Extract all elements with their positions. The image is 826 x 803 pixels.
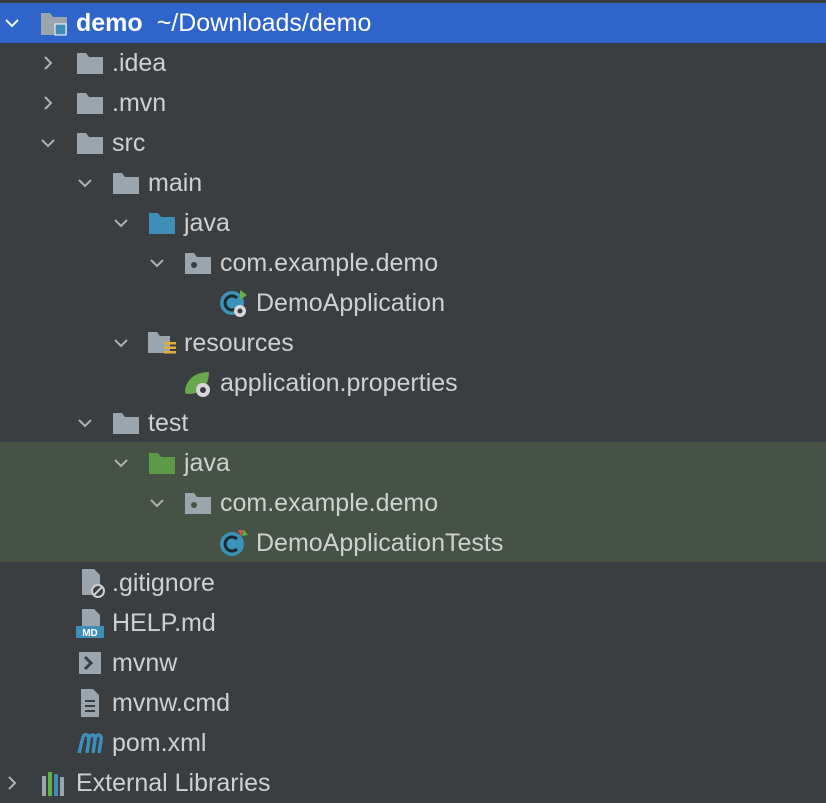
tree-node-mvnw[interactable]: mvnw	[0, 643, 826, 683]
tree-node-label: .mvn	[112, 89, 167, 117]
folder-icon	[74, 47, 106, 79]
tree-node-resources[interactable]: resources	[0, 323, 826, 363]
chevron-down-icon[interactable]	[75, 413, 95, 433]
markdown-file-icon: MD	[74, 607, 106, 639]
chevron-right-icon[interactable]	[2, 773, 22, 793]
tree-node-label: mvnw	[112, 649, 178, 677]
tree-node-label: HELP.md	[112, 609, 216, 637]
tree-node-demo-application[interactable]: DemoApplication	[0, 283, 826, 323]
tree-node-label: application.properties	[220, 369, 458, 397]
project-name-label: demo ~/Downloads/demo	[76, 3, 371, 43]
tree-node-main-package[interactable]: com.example.demo	[0, 243, 826, 283]
folder-icon	[110, 167, 142, 199]
test-folder-icon	[146, 447, 178, 479]
tree-node-test-java[interactable]: java	[0, 442, 826, 483]
project-tree: demo ~/Downloads/demo .idea .mvn src mai…	[0, 0, 826, 797]
folder-icon	[110, 407, 142, 439]
tree-node-pom-xml[interactable]: pom.xml	[0, 723, 826, 763]
tree-node-label: DemoApplicationTests	[256, 528, 504, 557]
tree-node-test-package[interactable]: com.example.demo	[0, 483, 826, 523]
tree-node-label: .gitignore	[112, 569, 215, 597]
chevron-down-icon[interactable]	[111, 213, 131, 233]
chevron-down-icon[interactable]	[111, 333, 131, 353]
chevron-down-icon[interactable]	[111, 453, 131, 473]
tree-node-label: External Libraries	[76, 769, 271, 797]
maven-icon	[74, 727, 106, 759]
chevron-down-icon[interactable]	[38, 133, 58, 153]
tree-node-label: resources	[184, 329, 294, 357]
tree-node-main[interactable]: main	[0, 163, 826, 203]
tree-node-label: main	[148, 169, 203, 197]
tree-node-label: java	[184, 448, 230, 477]
tree-node-label: DemoApplication	[256, 289, 445, 317]
spring-properties-icon	[182, 367, 214, 399]
tree-node-label: .idea	[112, 49, 167, 77]
chevron-down-icon[interactable]	[147, 493, 167, 513]
tree-node-project-root[interactable]: demo ~/Downloads/demo	[0, 3, 826, 43]
tree-node-external-libraries[interactable]: External Libraries	[0, 763, 826, 803]
chevron-down-icon[interactable]	[75, 173, 95, 193]
folder-icon	[74, 87, 106, 119]
ignore-file-icon	[76, 567, 108, 599]
chevron-down-icon[interactable]	[147, 253, 167, 273]
resources-folder-icon	[146, 327, 178, 359]
libraries-icon	[38, 767, 70, 799]
spring-boot-class-icon	[218, 287, 250, 319]
tree-node-label: java	[184, 209, 230, 237]
package-icon	[182, 487, 214, 519]
tree-node-label: pom.xml	[112, 729, 207, 757]
project-path: ~/Downloads/demo	[156, 9, 372, 37]
tree-node-help-md[interactable]: MD HELP.md	[0, 603, 826, 643]
tree-node-label: test	[148, 409, 189, 437]
tree-node-mvnw-cmd[interactable]: mvnw.cmd	[0, 683, 826, 723]
test-class-icon	[218, 527, 250, 559]
folder-icon	[74, 127, 106, 159]
source-folder-icon	[146, 207, 178, 239]
tree-node-main-java[interactable]: java	[0, 203, 826, 243]
tree-node-demo-application-tests[interactable]: DemoApplicationTests	[0, 523, 826, 562]
tree-node-label: mvnw.cmd	[112, 689, 231, 717]
text-file-icon	[74, 687, 106, 719]
package-icon	[182, 247, 214, 279]
tree-node-test[interactable]: test	[0, 403, 826, 443]
svg-text:MD: MD	[82, 628, 98, 639]
tree-node-label: com.example.demo	[220, 489, 439, 517]
tree-node-mvn[interactable]: .mvn	[0, 83, 826, 123]
tree-node-label: com.example.demo	[220, 249, 439, 277]
project-name: demo	[76, 9, 143, 37]
chevron-down-icon[interactable]	[2, 13, 22, 33]
chevron-right-icon[interactable]	[38, 53, 58, 73]
tree-node-src[interactable]: src	[0, 123, 826, 163]
tree-node-gitignore[interactable]: .gitignore	[0, 563, 826, 603]
tree-node-idea[interactable]: .idea	[0, 43, 826, 83]
tree-node-application-properties[interactable]: application.properties	[0, 363, 826, 403]
tree-node-label: src	[112, 129, 146, 157]
module-folder-icon	[38, 7, 70, 39]
chevron-right-icon[interactable]	[38, 93, 58, 113]
shell-script-icon	[74, 647, 106, 679]
